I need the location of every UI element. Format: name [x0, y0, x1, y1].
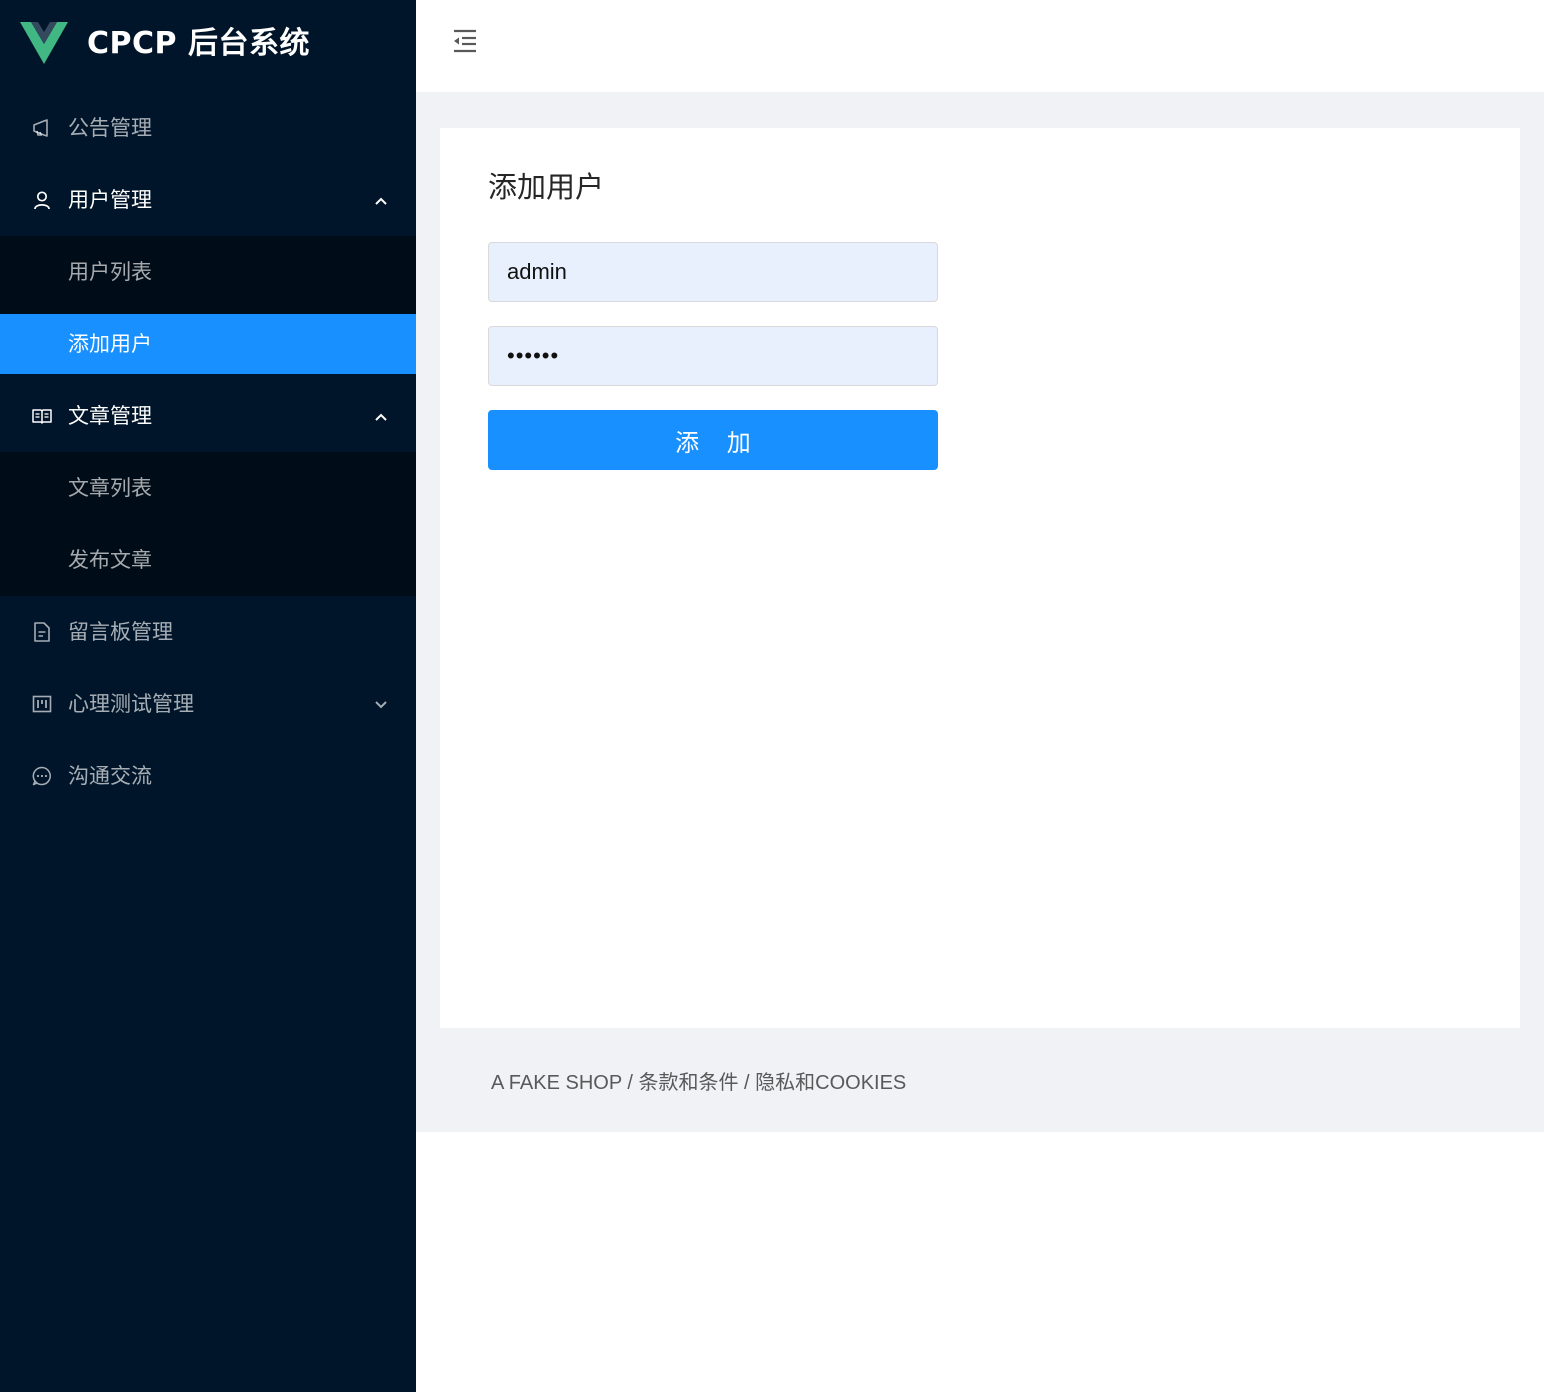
- sidebar: CPCP 后台系统 公告管理 用户管理 用户列表 添加用户 文章管理 文章列表 …: [0, 0, 416, 1392]
- menu-item-label: 发布文章: [68, 548, 152, 572]
- menu-item-announcement[interactable]: 公告管理: [0, 92, 416, 164]
- add-button[interactable]: 添 加: [488, 410, 938, 470]
- menu-item-psych-test[interactable]: 心理测试管理: [0, 668, 416, 740]
- app-title: CPCP 后台系统: [87, 26, 310, 61]
- menu-item-label: 添加用户: [68, 332, 152, 356]
- main-area: 添加用户 添 加 A FAKE SHOP / 条款和条件 / 隐私和COOKIE…: [416, 0, 1544, 1392]
- vue-logo-icon: [20, 22, 68, 64]
- username-field[interactable]: [488, 242, 938, 302]
- menu-fold-icon[interactable]: [452, 28, 478, 54]
- message-icon: [32, 766, 51, 786]
- chevron-up-icon: [375, 197, 387, 205]
- menu-item-label: 文章管理: [68, 404, 152, 428]
- menu-item-message-board[interactable]: 留言板管理: [0, 596, 416, 668]
- footer-text: A FAKE SHOP / 条款和条件 / 隐私和COOKIES: [491, 1072, 907, 1094]
- menu-item-user-list[interactable]: 用户列表: [0, 236, 416, 308]
- menu-item-article-list[interactable]: 文章列表: [0, 452, 416, 524]
- logo[interactable]: CPCP 后台系统: [0, 0, 416, 88]
- menu-item-label: 公告管理: [68, 116, 152, 140]
- password-field[interactable]: [488, 326, 938, 386]
- menu-item-label: 沟通交流: [68, 764, 152, 788]
- megaphone-icon: [33, 119, 48, 137]
- menu-item-user-management[interactable]: 用户管理: [0, 164, 416, 236]
- user-icon: [34, 191, 50, 210]
- menu-item-add-user[interactable]: 添加用户: [0, 314, 416, 374]
- menu-item-label: 用户列表: [68, 260, 152, 284]
- content-area: 添加用户 添 加 A FAKE SHOP / 条款和条件 / 隐私和COOKIE…: [416, 92, 1544, 1132]
- file-icon: [34, 622, 50, 642]
- project-icon: [32, 695, 52, 713]
- menu-item-publish-article[interactable]: 发布文章: [0, 524, 416, 596]
- menu-item-article-management[interactable]: 文章管理: [0, 380, 416, 452]
- menu-item-label: 心理测试管理: [68, 692, 194, 716]
- submenu-user: 用户列表 添加用户: [0, 236, 416, 374]
- page-title: 添加用户: [488, 170, 605, 204]
- menu-item-communication[interactable]: 沟通交流: [0, 740, 416, 812]
- add-user-card: 添加用户 添 加: [440, 128, 1520, 1028]
- submenu-article: 文章列表 发布文章: [0, 452, 416, 596]
- chevron-up-icon: [375, 413, 387, 421]
- menu-item-label: 留言板管理: [68, 620, 173, 644]
- book-icon: [32, 409, 52, 424]
- menu-item-label: 文章列表: [68, 476, 152, 500]
- chevron-down-icon: [375, 701, 387, 709]
- side-menu: 公告管理 用户管理 用户列表 添加用户 文章管理 文章列表 发布文章 留言板管理…: [0, 92, 416, 812]
- header: [416, 0, 1544, 92]
- menu-item-label: 用户管理: [68, 188, 152, 212]
